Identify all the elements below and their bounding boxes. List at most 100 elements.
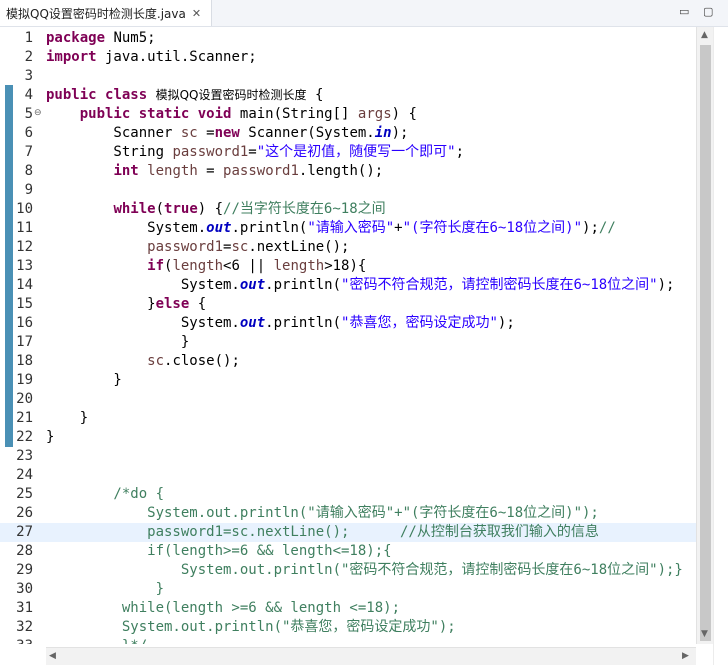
code-token: <6 || xyxy=(223,258,274,274)
code-token: Scanner xyxy=(46,125,181,141)
line-number: 29 xyxy=(16,562,33,578)
code-token: password1=sc.nextLine(); //从控制台获取我们输入的信息 xyxy=(46,524,599,540)
code-token: length xyxy=(273,258,325,274)
line-number: 8 xyxy=(24,163,33,179)
line-number: 2 xyxy=(24,49,33,65)
code-line[interactable]: 12 password1=sc.nextLine(); xyxy=(0,238,696,257)
code-line[interactable]: 28 if(length>=6 && length<=18);{ xyxy=(0,542,696,561)
code-line[interactable]: 6 Scanner sc =new Scanner(System.in); xyxy=(0,124,696,143)
close-icon[interactable]: ✕ xyxy=(192,7,201,20)
editor-window: 模拟QQ设置密码时检测长度.java ✕ ▭ ▢ 1 package Num5; 2… xyxy=(0,0,728,665)
code-line[interactable]: 17 } xyxy=(0,333,696,352)
code-line[interactable]: 26 System.out.println("请输入密码"+"(字符长度在6~1… xyxy=(0,504,696,523)
code-text: if(length>=6 && length<=18);{ xyxy=(46,542,391,561)
code-line[interactable]: 25 /*do { xyxy=(0,485,696,504)
code-line[interactable]: 18 sc.close(); xyxy=(0,352,696,371)
code-token: String xyxy=(46,144,173,160)
code-token: import xyxy=(46,49,97,65)
line-number: 26 xyxy=(16,505,33,521)
code-token: "恭喜您，密码设定成功" xyxy=(341,315,498,331)
vertical-scroll-thumb[interactable] xyxy=(700,45,711,641)
maximize-icon[interactable]: ▢ xyxy=(703,5,713,18)
code-token: System.out.println("恭喜您，密码设定成功"); xyxy=(46,619,456,635)
line-number: 17 xyxy=(16,334,33,350)
line-number: 9 xyxy=(24,182,33,198)
code-line[interactable]: 33 }*/ xyxy=(0,637,696,644)
code-line[interactable]: 11 System.out.println("请输入密码"+"(字符长度在6~1… xyxy=(0,219,696,238)
code-line[interactable]: 27 password1=sc.nextLine(); //从控制台获取我们输入… xyxy=(0,523,696,542)
code-token: password1 xyxy=(147,239,224,255)
code-token: >18){ xyxy=(324,258,367,274)
code-line[interactable]: 2 import java.util.Scanner; xyxy=(0,48,696,67)
code-token: "这个是初值，随便写一个即可" xyxy=(256,144,456,160)
code-line[interactable]: 8 int length = password1.length(); xyxy=(0,162,696,181)
scroll-up-icon[interactable]: ▲ xyxy=(701,30,708,40)
line-number: 33 xyxy=(0,637,33,644)
code-line[interactable]: 4 public class 模拟QQ设置密码时检测长度 { xyxy=(0,86,696,105)
code-token: java.util.Scanner; xyxy=(96,49,257,65)
code-line[interactable]: 30 } xyxy=(0,580,696,599)
code-token: public xyxy=(46,87,97,103)
code-line[interactable]: 23 xyxy=(0,447,696,466)
scroll-down-icon[interactable]: ▼ xyxy=(701,629,708,639)
fold-toggle-icon[interactable]: ⊖ xyxy=(34,108,42,118)
code-line[interactable]: 31 while(length >=6 && length <=18); xyxy=(0,599,696,618)
code-token: length xyxy=(172,258,224,274)
code-token: "请输入密码" xyxy=(307,220,395,236)
code-line[interactable]: 22} xyxy=(0,428,696,447)
code-token: while xyxy=(113,201,156,217)
code-line[interactable]: 15 }else { xyxy=(0,295,696,314)
code-token: ); xyxy=(391,125,409,141)
horizontal-scrollbar[interactable]: ◀ ▶ xyxy=(46,647,696,665)
minimize-icon[interactable]: ▭ xyxy=(679,5,689,18)
code-token: } xyxy=(46,410,89,426)
code-line[interactable]: 7 String password1="这个是初值，随便写一个即可"; xyxy=(0,143,696,162)
code-text: /*do { xyxy=(46,485,164,504)
code-text: } xyxy=(46,333,189,352)
line-number: 21 xyxy=(16,410,33,426)
code-token: Num5; xyxy=(105,30,156,46)
code-line[interactable]: 29 System.out.println("密码不符合规范，请控制密码长度在6… xyxy=(0,561,696,580)
code-token: ); xyxy=(582,220,599,236)
code-line[interactable]: 14 System.out.println("密码不符合规范，请控制密码长度在6… xyxy=(0,276,696,295)
code-token: } xyxy=(46,429,55,445)
code-line[interactable]: 20 xyxy=(0,390,696,409)
scroll-right-icon[interactable]: ▶ xyxy=(682,651,689,661)
code-line[interactable]: 32 System.out.println("恭喜您，密码设定成功"); xyxy=(0,618,696,637)
code-line[interactable]: 19 } xyxy=(0,371,696,390)
code-token: .nextLine(); xyxy=(248,239,350,255)
code-line[interactable]: 1 package Num5; xyxy=(0,29,696,48)
editor-tabbar: 模拟QQ设置密码时检测长度.java ✕ ▭ ▢ xyxy=(0,0,728,27)
scroll-left-icon[interactable]: ◀ xyxy=(49,651,56,661)
code-line[interactable]: 9 xyxy=(0,181,696,200)
line-number: 28 xyxy=(16,543,33,559)
code-token: sc xyxy=(147,353,165,369)
code-line[interactable]: 24 xyxy=(0,466,696,485)
code-token: System.out.println("密码不符合规范，请控制密码长度在6~18… xyxy=(46,562,683,578)
line-number: 31 xyxy=(16,600,33,616)
code-line[interactable]: 10 while(true) {//当字符长度在6~18之间 xyxy=(0,200,696,219)
line-number: 23 xyxy=(16,448,33,464)
code-token: }*/ xyxy=(46,638,147,644)
code-text: System.out.println("恭喜您，密码设定成功"); xyxy=(46,314,515,333)
code-editor[interactable]: 1 package Num5; 2 import java.util.Scanner;… xyxy=(0,27,696,644)
editor-tab[interactable]: 模拟QQ设置密码时检测长度.java ✕ xyxy=(0,0,213,26)
vertical-scrollbar[interactable]: ▲ ▼ xyxy=(696,27,714,644)
code-line[interactable]: 3 xyxy=(0,67,696,86)
code-text: password1=sc.nextLine(); //从控制台获取我们输入的信息 xyxy=(46,523,599,542)
code-text: System.out.println("密码不符合规范，请控制密码长度在6~18… xyxy=(46,561,683,580)
code-token: = xyxy=(197,125,215,141)
code-text: password1=sc.nextLine(); xyxy=(46,238,349,257)
code-token: .close(); xyxy=(164,353,240,369)
code-line[interactable]: 16 System.out.println("恭喜您，密码设定成功"); xyxy=(0,314,696,333)
code-token: /*do { xyxy=(46,486,165,502)
code-line[interactable]: 5 ⊖ public static void main(String[] args… xyxy=(0,105,696,124)
code-line[interactable]: 13 if(length<6 || length>18){ xyxy=(0,257,696,276)
code-line[interactable]: 21 } xyxy=(0,409,696,428)
line-number: 24 xyxy=(16,467,33,483)
overview-ruler xyxy=(713,27,728,665)
code-text: } xyxy=(46,409,88,428)
